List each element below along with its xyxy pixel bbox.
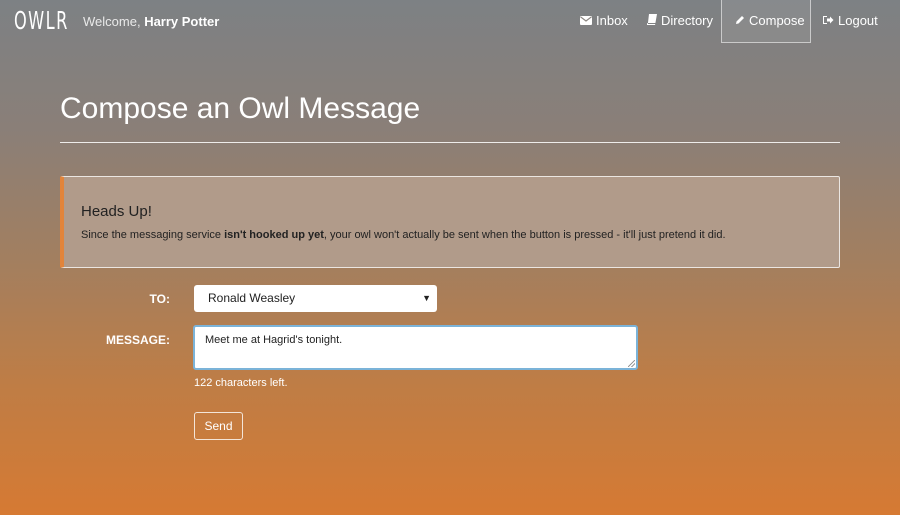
welcome-text: Welcome, Harry Potter <box>83 14 219 29</box>
logout-icon <box>823 0 834 42</box>
alert-text-after: , your owl won't actually be sent when t… <box>323 229 726 241</box>
resize-grip-icon[interactable] <box>628 360 635 367</box>
title-divider <box>60 142 840 143</box>
alert-text-bold: isn't hooked up yet <box>224 229 324 241</box>
nav-directory-label: Directory <box>661 13 714 28</box>
alert-title: Heads Up! <box>81 203 152 220</box>
pencil-icon <box>735 0 745 42</box>
message-value: Meet me at Hagrid's tonight. <box>205 334 343 346</box>
welcome-prefix: Welcome, <box>83 14 141 29</box>
message-textarea[interactable]: Meet me at Hagrid's tonight. <box>193 325 638 370</box>
to-label: TO: <box>149 292 170 306</box>
navbar: OWLR Welcome, Harry Potter Inbox Directo… <box>0 0 900 44</box>
brand-logo[interactable]: OWLR <box>14 6 69 35</box>
nav-logout-label: Logout <box>838 13 878 28</box>
user-name: Harry Potter <box>144 14 220 29</box>
book-icon <box>646 0 657 42</box>
nav-logout[interactable]: Logout <box>823 0 878 43</box>
nav-inbox[interactable]: Inbox <box>580 0 628 43</box>
page-title: Compose an Owl Message <box>60 92 421 125</box>
alert-text-before: Since the messaging service <box>81 229 225 241</box>
alert-body: Since the messaging service isn't hooked… <box>81 229 726 241</box>
send-button[interactable]: Send <box>194 412 243 440</box>
nav-compose-label: Compose <box>749 13 805 28</box>
envelope-icon <box>580 0 592 42</box>
dropdown-caret-icon: ▼ <box>422 293 431 303</box>
recipient-value: Ronald Weasley <box>208 291 296 305</box>
heads-up-alert: Heads Up! Since the messaging service is… <box>60 176 840 268</box>
nav-compose[interactable]: Compose <box>721 0 811 43</box>
characters-left: 122 characters left. <box>194 377 288 389</box>
recipient-select[interactable]: Ronald Weasley ▼ <box>194 285 437 312</box>
nav-directory[interactable]: Directory <box>646 0 714 43</box>
nav-inbox-label: Inbox <box>596 13 628 28</box>
message-label: MESSAGE: <box>105 333 170 347</box>
